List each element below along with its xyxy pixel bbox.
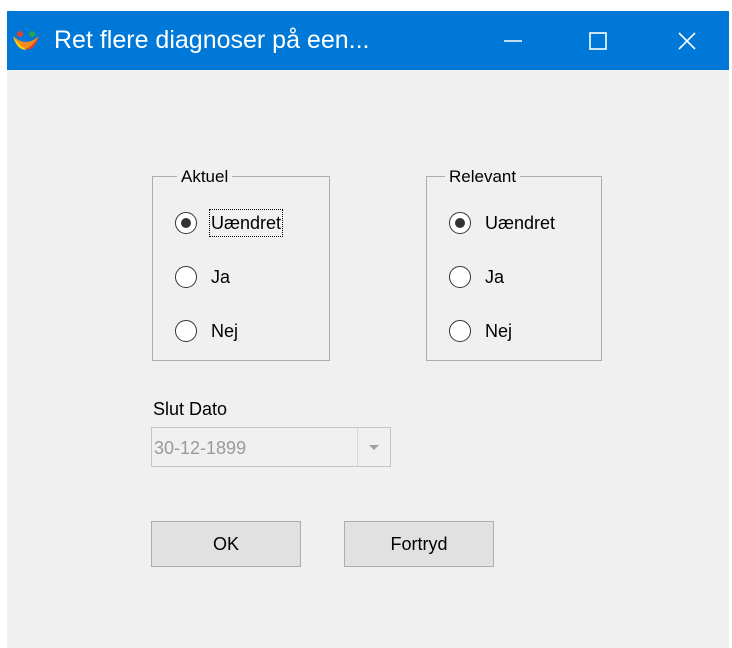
close-icon — [678, 32, 696, 50]
title-bar[interactable]: Ret flere diagnoser på een... — [7, 11, 729, 70]
radio-label: Nej — [211, 321, 239, 341]
radio-label: Uændret — [208, 209, 284, 237]
window-title: Ret flere diagnoser på een... — [54, 26, 370, 54]
slut-dato-label: Slut Dato — [153, 399, 228, 419]
maximize-icon — [589, 32, 607, 50]
aktuel-legend: Aktuel — [177, 167, 233, 187]
ok-button[interactable]: OK — [151, 521, 301, 567]
app-logo-icon — [11, 30, 41, 52]
slut-dato-combobox: 30-12-1899 — [151, 427, 391, 467]
radio-button[interactable] — [449, 266, 471, 288]
radio-button[interactable] — [175, 320, 197, 342]
relevant-legend: Relevant — [445, 167, 521, 187]
close-button[interactable] — [657, 11, 717, 70]
radio-label: Ja — [211, 267, 231, 287]
cancel-button[interactable]: Fortryd — [344, 521, 494, 567]
maximize-button[interactable] — [568, 11, 628, 70]
dialog-window: Ret flere diagnoser på een... Aktuel Uæn… — [7, 11, 729, 648]
radio-button[interactable] — [449, 320, 471, 342]
dropdown-button — [357, 428, 390, 466]
radio-button[interactable] — [449, 212, 471, 234]
minimize-button[interactable] — [483, 11, 543, 70]
radio-label: Ja — [485, 267, 505, 287]
minimize-icon — [504, 40, 522, 42]
aktuel-groupbox: Aktuel Uændret Ja Nej — [152, 167, 330, 361]
radio-label: Nej — [485, 321, 513, 341]
chevron-down-icon — [369, 445, 379, 450]
slut-dato-value: 30-12-1899 — [154, 438, 247, 458]
radio-button[interactable] — [175, 212, 197, 234]
relevant-groupbox: Relevant Uændret Ja Nej — [426, 167, 602, 361]
radio-label: Uændret — [485, 213, 556, 233]
radio-button[interactable] — [175, 266, 197, 288]
